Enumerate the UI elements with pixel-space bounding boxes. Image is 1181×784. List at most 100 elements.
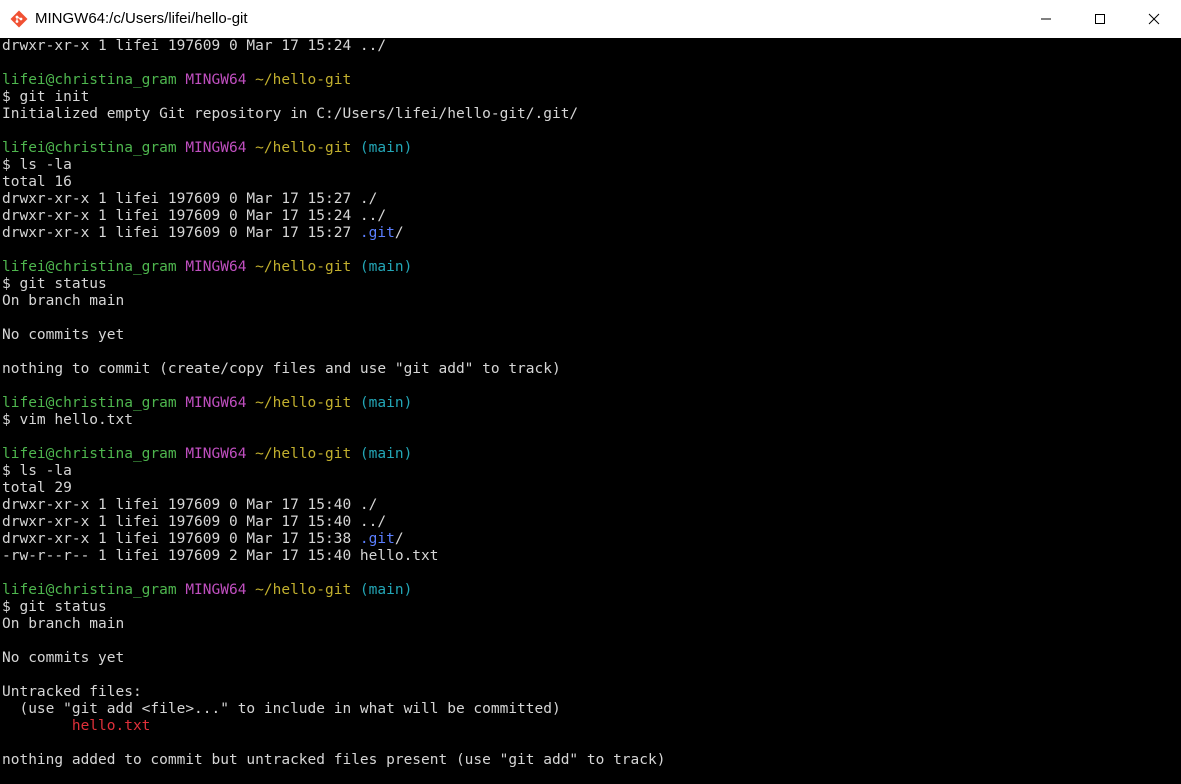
terminal-text: total 29 [2, 480, 72, 496]
terminal-text-green: lifei@christina_gram [2, 72, 186, 88]
terminal-line: lifei@christina_gram MINGW64 ~/hello-git… [2, 259, 1181, 276]
terminal-text: nothing added to commit but untracked fi… [2, 752, 666, 768]
close-button[interactable] [1127, 0, 1181, 38]
terminal-line: lifei@christina_gram MINGW64 ~/hello-git… [2, 395, 1181, 412]
terminal-text: / [394, 531, 404, 547]
terminal-text-blue: .git [359, 225, 395, 241]
terminal-line: drwxr-xr-x 1 lifei 197609 0 Mar 17 15:40… [2, 497, 1181, 514]
terminal-line: drwxr-xr-x 1 lifei 197609 0 Mar 17 15:27… [2, 191, 1181, 208]
terminal-text-yellow: ~/hello-git [255, 140, 352, 156]
terminal-text: drwxr-xr-x 1 lifei 197609 0 Mar 17 15:27 [2, 225, 360, 241]
terminal-text-cyan: (main) [351, 446, 413, 462]
terminal-text-green: lifei@christina_gram [2, 259, 186, 275]
window-title: MINGW64:/c/Users/lifei/hello-git [35, 10, 248, 27]
terminal-window: MINGW64:/c/Users/lifei/hello-git drwxr-x… [0, 0, 1181, 784]
terminal-output[interactable]: drwxr-xr-x 1 lifei 197609 0 Mar 17 15:24… [0, 38, 1181, 784]
terminal-line: nothing added to commit but untracked fi… [2, 752, 1181, 769]
terminal-text-blue: .git [359, 531, 395, 547]
terminal-text: drwxr-xr-x 1 lifei 197609 0 Mar 17 15:27… [2, 191, 378, 207]
terminal-line: No commits yet [2, 650, 1181, 667]
terminal-line: drwxr-xr-x 1 lifei 197609 0 Mar 17 15:27… [2, 225, 1181, 242]
terminal-line: $ git status [2, 599, 1181, 616]
terminal-line: -rw-r--r-- 1 lifei 197609 2 Mar 17 15:40… [2, 548, 1181, 565]
window-controls [1019, 0, 1181, 38]
terminal-text-yellow: ~/hello-git [255, 259, 352, 275]
terminal-line: total 16 [2, 174, 1181, 191]
terminal-text-yellow: ~/hello-git [255, 72, 352, 88]
terminal-line: $ git init [2, 89, 1181, 106]
terminal-line: total 29 [2, 480, 1181, 497]
terminal-text: On branch main [2, 293, 125, 309]
terminal-text: $ git status [2, 276, 107, 292]
terminal-line: Untracked files: [2, 684, 1181, 701]
minimize-icon [1041, 18, 1051, 20]
close-icon [1148, 13, 1160, 25]
terminal-text: total 16 [2, 174, 72, 190]
terminal-text: drwxr-xr-x 1 lifei 197609 0 Mar 17 15:24… [2, 38, 387, 54]
terminal-text: drwxr-xr-x 1 lifei 197609 0 Mar 17 15:24… [2, 208, 387, 224]
terminal-text: drwxr-xr-x 1 lifei 197609 0 Mar 17 15:40… [2, 514, 387, 530]
terminal-text-cyan: (main) [351, 395, 413, 411]
terminal-text-cyan: (main) [351, 582, 413, 598]
terminal-line: lifei@christina_gram MINGW64 ~/hello-git… [2, 140, 1181, 157]
terminal-line: drwxr-xr-x 1 lifei 197609 0 Mar 17 15:24… [2, 38, 1181, 55]
terminal-text-green: lifei@christina_gram [2, 446, 186, 462]
terminal-line: hello.txt [2, 718, 1181, 735]
terminal-line: $ ls -la [2, 463, 1181, 480]
terminal-text: Untracked files: [2, 684, 142, 700]
terminal-text: No commits yet [2, 327, 125, 343]
terminal-text: / [394, 225, 404, 241]
minimize-button[interactable] [1019, 0, 1073, 38]
terminal-line: drwxr-xr-x 1 lifei 197609 0 Mar 17 15:38… [2, 531, 1181, 548]
terminal-line: nothing to commit (create/copy files and… [2, 361, 1181, 378]
terminal-text: -rw-r--r-- 1 lifei 197609 2 Mar 17 15:40… [2, 548, 439, 564]
terminal-line: drwxr-xr-x 1 lifei 197609 0 Mar 17 15:24… [2, 208, 1181, 225]
terminal-text: $ git init [2, 89, 90, 105]
terminal-text: $ git status [2, 599, 107, 615]
terminal-text: $ ls -la [2, 463, 72, 479]
terminal-text: (use "git add <file>..." to include in w… [2, 701, 561, 717]
terminal-text: nothing to commit (create/copy files and… [2, 361, 561, 377]
terminal-text-yellow: ~/hello-git [255, 582, 352, 598]
terminal-text-yellow: ~/hello-git [255, 395, 352, 411]
terminal-text: No commits yet [2, 650, 125, 666]
terminal-line: lifei@christina_gram MINGW64 ~/hello-git… [2, 446, 1181, 463]
terminal-text: $ vim hello.txt [2, 412, 133, 428]
terminal-text-purple: MINGW64 [185, 72, 256, 88]
terminal-text-purple: MINGW64 [185, 582, 256, 598]
terminal-text-purple: MINGW64 [185, 140, 256, 156]
maximize-button[interactable] [1073, 0, 1127, 38]
terminal-text-green: lifei@christina_gram [2, 395, 186, 411]
terminal-line: No commits yet [2, 327, 1181, 344]
terminal-text-green: lifei@christina_gram [2, 582, 186, 598]
terminal-line: $ vim hello.txt [2, 412, 1181, 429]
terminal-text: drwxr-xr-x 1 lifei 197609 0 Mar 17 15:40… [2, 497, 378, 513]
terminal-text: drwxr-xr-x 1 lifei 197609 0 Mar 17 15:38 [2, 531, 360, 547]
terminal-line: drwxr-xr-x 1 lifei 197609 0 Mar 17 15:40… [2, 514, 1181, 531]
git-bash-icon [10, 10, 28, 28]
terminal-text-red: hello.txt [71, 718, 151, 734]
terminal-text-purple: MINGW64 [185, 446, 256, 462]
terminal-text-green: lifei@christina_gram [2, 140, 186, 156]
terminal-text-purple: MINGW64 [185, 259, 256, 275]
terminal-text: On branch main [2, 616, 125, 632]
terminal-line: lifei@christina_gram MINGW64 ~/hello-git… [2, 582, 1181, 599]
terminal-line: lifei@christina_gram MINGW64 ~/hello-git [2, 72, 1181, 89]
terminal-line: $ ls -la [2, 157, 1181, 174]
terminal-line: (use "git add <file>..." to include in w… [2, 701, 1181, 718]
terminal-line: $ git status [2, 276, 1181, 293]
title-bar[interactable]: MINGW64:/c/Users/lifei/hello-git [0, 0, 1181, 38]
terminal-line: On branch main [2, 616, 1181, 633]
terminal-text-cyan: (main) [351, 140, 413, 156]
